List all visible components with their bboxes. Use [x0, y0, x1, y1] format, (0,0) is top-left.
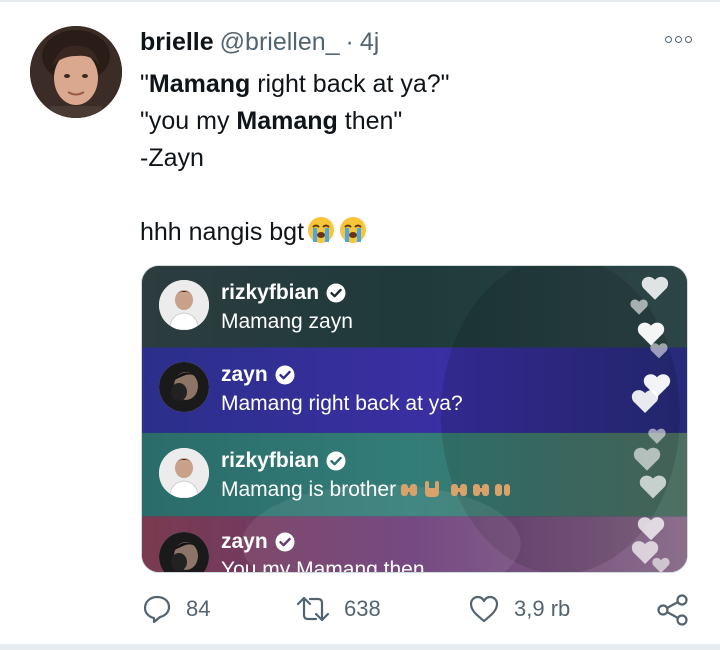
attached-image[interactable]: rizkyfbian Mamang zayn zayn Mamang right… — [141, 265, 688, 573]
commenter-avatar — [159, 532, 209, 572]
reply-icon — [143, 595, 171, 624]
crying-face-icon — [308, 217, 335, 243]
comment-row: rizkyfbian Mamang is brother — [142, 434, 687, 520]
tweet-text: "Mamang right back at ya?" "you my Maman… — [140, 66, 450, 251]
like-button[interactable]: 3,9 rb — [468, 594, 570, 624]
top-divider — [0, 0, 720, 2]
share-button[interactable] — [656, 594, 690, 626]
comment-row: rizkyfbian Mamang zayn — [142, 266, 687, 352]
tweet-text-line-1: "Mamang right back at ya?" — [140, 70, 450, 98]
commenter-name: zayn — [221, 530, 295, 554]
commenter-name: rizkyfbian — [221, 281, 346, 305]
tweet-actions: 84 638 3,9 rb — [0, 594, 720, 628]
comment-text: You my Mamang then — [221, 558, 425, 573]
verified-badge-icon — [326, 283, 346, 303]
tweet: brielle @briellen_ · 4j "Mamang right ba… — [0, 0, 720, 650]
share-icon — [657, 594, 688, 626]
separator-dot: · — [345, 28, 354, 56]
commenter-name: zayn — [221, 363, 295, 387]
floating-hearts — [630, 276, 671, 572]
like-count: 3,9 rb — [514, 596, 571, 621]
commenter-avatar — [159, 448, 209, 498]
more-options-icon[interactable] — [665, 36, 692, 43]
verified-badge-icon — [275, 365, 295, 385]
commenter-avatar — [159, 280, 209, 330]
crying-face-icon — [340, 217, 367, 243]
verified-badge-icon — [326, 451, 346, 471]
author-avatar[interactable] — [30, 26, 122, 118]
retweet-icon — [296, 596, 330, 622]
comment-text: Mamang zayn — [221, 310, 353, 333]
reply-button[interactable]: 84 — [142, 594, 210, 624]
author-name[interactable]: brielle — [140, 28, 214, 57]
comment-text: Mamang right back at ya? — [221, 392, 463, 415]
author-handle[interactable]: @briellen_ — [220, 28, 340, 57]
tweet-time[interactable]: 4j — [360, 28, 379, 57]
bottom-divider — [0, 644, 720, 650]
retweet-button[interactable]: 638 — [296, 594, 381, 624]
commenter-name: rizkyfbian — [221, 449, 346, 473]
commenter-avatar — [159, 362, 209, 412]
hand-emoji-icon — [401, 481, 511, 497]
tweet-text-line-2: "you my Mamang then" — [140, 107, 403, 135]
tweet-header: brielle @briellen_ · 4j — [140, 28, 379, 57]
comment-row: zayn You my Mamang then — [142, 518, 687, 573]
heart-icon — [469, 595, 499, 623]
comment-row: zayn Mamang right back at ya? — [142, 348, 687, 434]
tweet-text-line-3: -Zayn — [140, 144, 204, 172]
comment-text: Mamang is brother — [221, 478, 511, 502]
verified-badge-icon — [275, 532, 295, 552]
retweet-count: 638 — [344, 596, 381, 621]
reply-count: 84 — [186, 596, 211, 621]
tweet-text-line-4: hhh nangis bgt — [140, 214, 450, 251]
